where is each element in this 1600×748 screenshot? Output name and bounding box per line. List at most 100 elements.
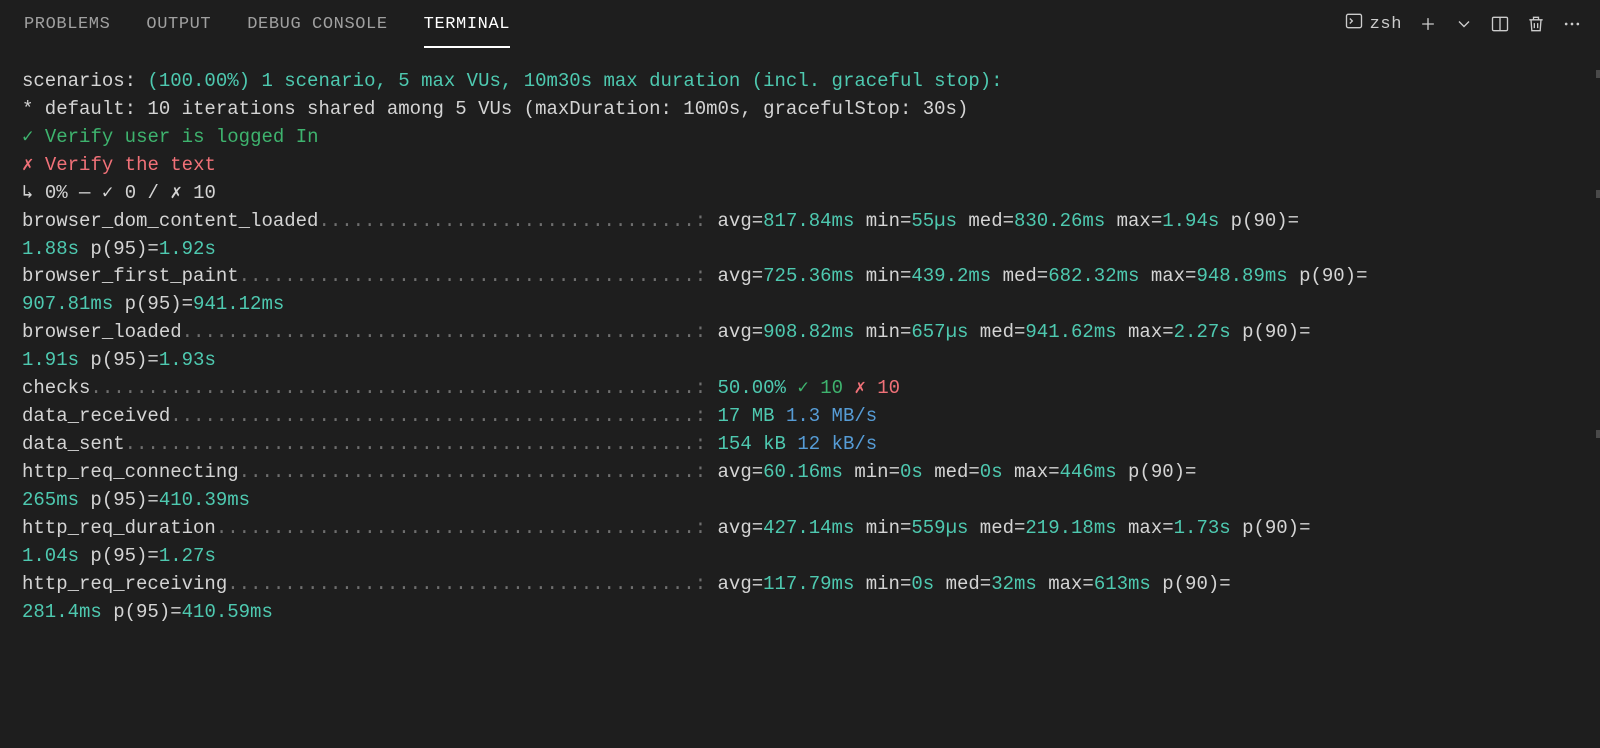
kill-terminal-button[interactable] <box>1526 14 1546 34</box>
terminal-text: avg= <box>718 517 764 539</box>
terminal-text: max= <box>1048 573 1094 595</box>
terminal-text: ........................................… <box>239 461 718 483</box>
terminal-line: 265ms p(95)=410.39ms <box>22 487 1578 515</box>
terminal-text: p(90)= <box>1231 210 1299 232</box>
terminal-text: * default: <box>22 98 147 120</box>
terminal-text: ✓ <box>22 126 33 148</box>
terminal-text: 559µs <box>911 517 979 539</box>
terminal-text: p(95)= <box>113 601 181 623</box>
scrollbar-thumb[interactable] <box>1596 70 1600 78</box>
terminal-text: .................................: <box>318 210 717 232</box>
terminal-text: 0s <box>980 461 1014 483</box>
terminal-text: p(95)= <box>125 293 193 315</box>
terminal-text: max= <box>1128 517 1174 539</box>
terminal-text: 613ms <box>1094 573 1162 595</box>
terminal-text: — ✓ <box>68 182 125 204</box>
scrollbar-thumb[interactable] <box>1596 190 1600 198</box>
terminal-text: 1 scenario, 5 max VUs, 10m30s max durati… <box>250 70 1003 92</box>
terminal-text: 0s <box>900 461 934 483</box>
terminal-line: data_sent...............................… <box>22 431 1578 459</box>
terminal-text: ........................................… <box>227 573 717 595</box>
terminal-text: 439.2ms <box>911 265 1002 287</box>
terminal-text: 410.39ms <box>159 489 250 511</box>
terminal-text: ........................................… <box>216 517 718 539</box>
terminal-text: 1.3 MB/s <box>786 405 877 427</box>
terminal-text: 725.36ms <box>763 265 866 287</box>
terminal-text: 1.94s <box>1162 210 1230 232</box>
terminal-line: browser_dom_content_loaded..............… <box>22 208 1578 236</box>
terminal-text: checks <box>22 377 90 399</box>
terminal-text: 427.14ms <box>763 517 866 539</box>
terminal-text: 0% <box>45 182 68 204</box>
terminal-text: 32ms <box>991 573 1048 595</box>
terminal-text: max= <box>1128 321 1174 343</box>
terminal-text: ↳ <box>22 182 45 204</box>
terminal-text: browser_first_paint <box>22 265 239 287</box>
terminal-text: 446ms <box>1060 461 1128 483</box>
terminal-text: 830.26ms <box>1014 210 1117 232</box>
terminal-icon <box>1344 11 1364 37</box>
terminal-text: http_req_connecting <box>22 461 239 483</box>
terminal-toolbar: zsh <box>1344 11 1582 37</box>
terminal-text: 219.18ms <box>1025 517 1128 539</box>
terminal-text: min= <box>866 265 912 287</box>
terminal-line: 907.81ms p(95)=941.12ms <box>22 291 1578 319</box>
terminal-line: ✓ Verify user is logged In <box>22 124 1578 152</box>
terminal-line: checks..................................… <box>22 375 1578 403</box>
terminal-text: p(95)= <box>90 349 158 371</box>
terminal-line: 281.4ms p(95)=410.59ms <box>22 599 1578 627</box>
terminal-output[interactable]: scenarios: (100.00%) 1 scenario, 5 max V… <box>0 48 1600 636</box>
terminal-text: p(90)= <box>1299 265 1367 287</box>
terminal-text: 1.73s <box>1174 517 1242 539</box>
terminal-text: 817.84ms <box>763 210 866 232</box>
terminal-text: ✗ <box>854 377 877 399</box>
terminal-text: 1.92s <box>159 238 216 260</box>
tab-terminal[interactable]: TERMINAL <box>424 11 510 38</box>
terminal-text: 1.27s <box>159 545 216 567</box>
terminal-line: http_req_receiving......................… <box>22 571 1578 599</box>
terminal-text: max= <box>1014 461 1060 483</box>
terminal-text: avg= <box>718 573 764 595</box>
terminal-text: min= <box>866 210 912 232</box>
more-actions-button[interactable] <box>1562 14 1582 34</box>
shell-selector[interactable]: zsh <box>1344 11 1402 37</box>
terminal-text: p(95)= <box>90 238 158 260</box>
split-terminal-button[interactable] <box>1490 14 1510 34</box>
terminal-text: 12 kB/s <box>797 433 877 455</box>
terminal-line: 1.91s p(95)=1.93s <box>22 347 1578 375</box>
new-terminal-dropdown[interactable] <box>1454 14 1474 34</box>
terminal-text: 1.04s <box>22 545 90 567</box>
tab-problems[interactable]: PROBLEMS <box>24 11 110 38</box>
terminal-text: ........................................… <box>182 321 718 343</box>
terminal-text: 55µs <box>911 210 968 232</box>
terminal-text: http_req_duration <box>22 517 216 539</box>
terminal-text: p(90)= <box>1128 461 1196 483</box>
terminal-text: 1.91s <box>22 349 90 371</box>
tab-debug-console[interactable]: DEBUG CONSOLE <box>247 11 387 38</box>
terminal-text: 10 <box>820 377 854 399</box>
terminal-line: http_req_connecting.....................… <box>22 459 1578 487</box>
terminal-text: 10 <box>877 377 900 399</box>
terminal-text: avg= <box>718 461 764 483</box>
terminal-text: 907.81ms <box>22 293 125 315</box>
terminal-text: p(90)= <box>1242 517 1310 539</box>
terminal-text: 410.59ms <box>182 601 273 623</box>
terminal-text: ........................................… <box>90 377 717 399</box>
new-terminal-button[interactable] <box>1418 14 1438 34</box>
terminal-text: med= <box>968 210 1014 232</box>
terminal-text: ✗ <box>22 154 33 176</box>
terminal-line: 1.88s p(95)=1.92s <box>22 236 1578 264</box>
terminal-line: browser_loaded..........................… <box>22 319 1578 347</box>
terminal-line: http_req_duration.......................… <box>22 515 1578 543</box>
terminal-text: data_sent <box>22 433 125 455</box>
scrollbar-thumb[interactable] <box>1596 430 1600 438</box>
shell-name: zsh <box>1370 15 1402 34</box>
terminal-text: 941.62ms <box>1025 321 1128 343</box>
terminal-text: browser_dom_content_loaded <box>22 210 318 232</box>
terminal-text: 0s <box>911 573 945 595</box>
terminal-text: ........................................… <box>125 433 718 455</box>
terminal-text: 50.00% <box>718 377 798 399</box>
terminal-text: 117.79ms <box>763 573 866 595</box>
terminal-line: 1.04s p(95)=1.27s <box>22 543 1578 571</box>
tab-output[interactable]: OUTPUT <box>146 11 211 38</box>
